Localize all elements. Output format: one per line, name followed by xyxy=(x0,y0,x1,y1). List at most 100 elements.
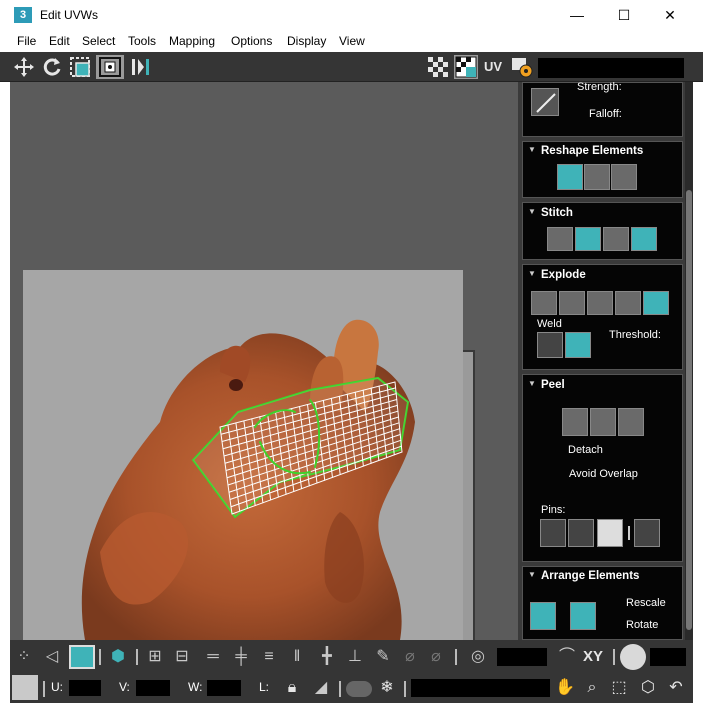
freeze-icon[interactable]: ❄ xyxy=(375,676,399,700)
flatten-by-smoothing-icon[interactable] xyxy=(615,291,641,315)
rotate-icon[interactable] xyxy=(40,55,64,79)
loop-icon[interactable]: ≡ xyxy=(257,645,281,669)
pan-icon[interactable]: ✋ xyxy=(553,676,577,700)
zoom-extents-icon[interactable]: ⬡ xyxy=(636,676,660,700)
vertex-select-icon[interactable]: ⁘ xyxy=(12,645,36,669)
soft-select-value[interactable] xyxy=(497,648,547,666)
relax-icon[interactable] xyxy=(584,164,610,190)
close-button[interactable]: ✕ xyxy=(655,4,685,26)
scale-icon[interactable] xyxy=(68,55,92,79)
collapse-arrow-icon[interactable]: ▼ xyxy=(528,145,536,154)
flatten-by-polygon-icon[interactable] xyxy=(587,291,613,315)
weld-selected-icon[interactable] xyxy=(537,332,563,358)
paint-shrink-icon[interactable]: ⌀ xyxy=(424,645,448,669)
panel-scrollbar-thumb[interactable] xyxy=(686,190,692,630)
minimize-button[interactable]: — xyxy=(562,4,592,26)
pack-custom-icon[interactable] xyxy=(530,602,556,630)
zoom-region-icon[interactable]: ⬚ xyxy=(607,676,631,700)
threshold-value[interactable] xyxy=(650,648,686,666)
menu-mapping[interactable]: Mapping xyxy=(169,34,215,48)
menu-display[interactable]: Display xyxy=(287,34,326,48)
menu-edit[interactable]: Edit xyxy=(49,34,70,48)
flatten-by-material-icon[interactable] xyxy=(643,291,669,315)
strength-label: Strength: xyxy=(577,81,622,93)
stitch-to-target-icon[interactable] xyxy=(575,227,601,251)
uv-label[interactable]: UV xyxy=(484,59,502,74)
snap-icon[interactable]: ↶ xyxy=(664,676,688,700)
auto-pin-icon[interactable] xyxy=(597,519,623,547)
stitch-to-source-icon[interactable] xyxy=(631,227,657,251)
hide-icon[interactable]: ◢ xyxy=(309,676,333,700)
rescale-label[interactable]: Rescale xyxy=(626,597,666,609)
uv-viewport[interactable] xyxy=(10,82,518,640)
avoid-overlap-label[interactable]: Avoid Overlap xyxy=(569,468,638,480)
unpin-icon[interactable] xyxy=(568,519,594,547)
menu-select[interactable]: Select xyxy=(82,34,115,48)
xy-label[interactable]: XY xyxy=(583,648,603,665)
peel-reset-icon[interactable] xyxy=(618,408,644,436)
u-field[interactable] xyxy=(69,680,101,696)
peel-title[interactable]: Peel xyxy=(541,379,565,391)
maximize-button[interactable]: ☐ xyxy=(609,4,639,26)
options-globe-icon[interactable] xyxy=(620,644,646,670)
checker-pattern-icon[interactable] xyxy=(454,55,478,79)
weld-target-icon[interactable] xyxy=(565,332,591,358)
element-select-icon[interactable]: ⬢ xyxy=(106,645,130,669)
align-icon[interactable]: ⊥ xyxy=(343,645,367,669)
detach-label[interactable]: Detach xyxy=(568,444,603,456)
checker-icon[interactable] xyxy=(426,55,450,79)
arrange-elements-title[interactable]: Arrange Elements xyxy=(541,570,639,582)
menu-file[interactable]: File xyxy=(17,34,36,48)
selection-set-field[interactable] xyxy=(411,679,550,697)
edge-select-icon[interactable]: ◁ xyxy=(40,645,64,669)
quick-peel-icon[interactable] xyxy=(562,408,588,436)
freeze-toggle-icon[interactable] xyxy=(346,681,372,697)
freeform-icon[interactable] xyxy=(96,55,124,79)
uv-settings-icon[interactable] xyxy=(510,55,534,79)
select-pins-icon[interactable] xyxy=(634,519,660,547)
break-icon[interactable] xyxy=(531,291,557,315)
paint-grow-icon[interactable]: ⌀ xyxy=(398,645,422,669)
mirror-icon[interactable] xyxy=(128,55,152,79)
falloff-label: Falloff: xyxy=(589,108,622,120)
zoom-icon[interactable]: ⌕ xyxy=(580,676,604,700)
collapse-arrow-icon[interactable]: ▼ xyxy=(528,570,536,579)
soft-select-icon[interactable]: ◎ xyxy=(466,645,490,669)
v-field[interactable] xyxy=(136,680,170,696)
u-label: U: xyxy=(51,680,63,694)
stitch-title[interactable]: Stitch xyxy=(541,207,573,219)
stitch-average-icon[interactable] xyxy=(603,227,629,251)
absolute-offset-icon[interactable] xyxy=(12,675,38,700)
collapse-arrow-icon[interactable]: ▼ xyxy=(528,379,536,388)
rotate-label[interactable]: Rotate xyxy=(626,619,658,631)
detach-edge-icon[interactable] xyxy=(559,291,585,315)
collapse-arrow-icon[interactable]: ▼ xyxy=(528,207,536,216)
texture-dropdown[interactable] xyxy=(538,58,684,78)
shrink-selection-icon[interactable]: ⊟ xyxy=(170,645,194,669)
w-field[interactable] xyxy=(207,680,241,696)
menu-view[interactable]: View xyxy=(339,34,365,48)
relax-settings-icon[interactable] xyxy=(611,164,637,190)
peel-mode-icon[interactable] xyxy=(590,408,616,436)
falloff-curve-button[interactable] xyxy=(531,88,559,116)
menu-tools[interactable]: Tools xyxy=(128,34,156,48)
explode-title[interactable]: Explode xyxy=(541,269,586,281)
paint-select-icon[interactable]: ✎ xyxy=(371,645,395,669)
pin-icon[interactable] xyxy=(540,519,566,547)
stitch-custom-icon[interactable] xyxy=(547,227,573,251)
loop-grow-icon[interactable]: ‖ xyxy=(285,645,309,669)
collapse-arrow-icon[interactable]: ▼ xyxy=(528,269,536,278)
move-icon[interactable] xyxy=(12,55,36,79)
edge-ring-icon[interactable]: ═ xyxy=(201,645,225,669)
grow-selection-icon[interactable]: ⊞ xyxy=(143,645,167,669)
app-icon: 3 xyxy=(14,7,32,23)
falloff-type-icon[interactable]: ⌒ xyxy=(555,645,579,669)
reshape-elements-title[interactable]: Reshape Elements xyxy=(541,145,643,157)
ring-grow-icon[interactable]: ╪ xyxy=(229,645,253,669)
pack-together-icon[interactable] xyxy=(570,602,596,630)
point-to-point-icon[interactable]: ╋ xyxy=(315,645,339,669)
menu-options[interactable]: Options xyxy=(231,34,272,48)
polygon-select-icon[interactable] xyxy=(69,645,95,669)
straighten-selection-icon[interactable] xyxy=(557,164,583,190)
lock-icon[interactable]: 🔒︎ xyxy=(280,676,304,700)
